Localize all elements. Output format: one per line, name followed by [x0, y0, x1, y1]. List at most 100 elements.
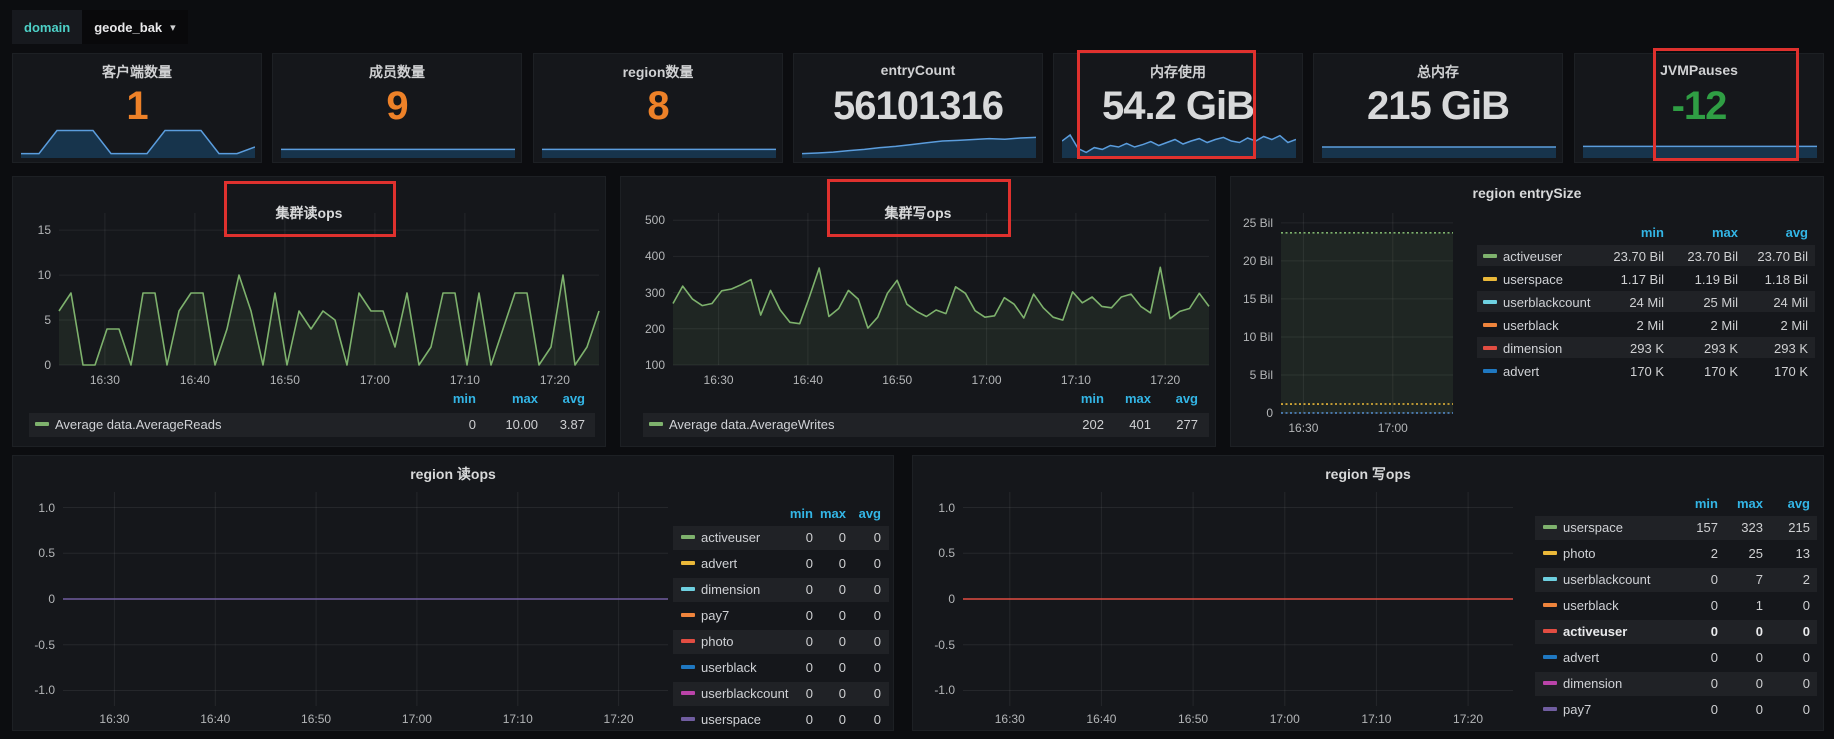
legend-series-Average data.AverageReads[interactable]: Average data.AverageReads: [55, 417, 221, 433]
legend-series-color-swatch[interactable]: [681, 613, 695, 617]
legend-series-color-swatch[interactable]: [681, 587, 695, 591]
stat-title: region数量: [534, 62, 782, 82]
x-axis-tick: 17:20: [1436, 712, 1500, 726]
chevron-down-icon: ▾: [170, 21, 176, 34]
y-axis-tick: 0.5: [11, 546, 55, 560]
x-axis-tick: 17:00: [343, 373, 407, 387]
legend-value: 1.18 Bil: [1738, 272, 1808, 288]
y-axis-tick: 15 Bil: [1229, 292, 1273, 306]
legend-series-color-swatch[interactable]: [1543, 577, 1557, 581]
legend-series-color-swatch[interactable]: [681, 717, 695, 721]
legend-value: 170 K: [1668, 364, 1738, 380]
legend-value: 293 K: [1738, 341, 1808, 357]
graph-plot-region-entrysize[interactable]: [1231, 177, 1825, 448]
legend-series-color-swatch[interactable]: [1543, 655, 1557, 659]
legend-series-color-swatch[interactable]: [1483, 300, 1497, 304]
legend-series-userblack[interactable]: userblack: [1563, 598, 1619, 614]
x-axis-tick: 16:40: [163, 373, 227, 387]
dashboard-submenu: domain geode_bak ▾: [12, 10, 188, 44]
legend-series-dimension[interactable]: dimension: [1563, 676, 1622, 692]
x-axis-tick: 17:00: [385, 712, 449, 726]
legend-series-userblack[interactable]: userblack: [1503, 318, 1559, 334]
legend-series-color-swatch[interactable]: [1543, 629, 1557, 633]
legend-value: 2 Mil: [1738, 318, 1808, 334]
legend-series-advert[interactable]: advert: [701, 556, 737, 572]
legend-series-activeuser[interactable]: activeuser: [1503, 249, 1562, 265]
legend-series-color-swatch[interactable]: [1543, 525, 1557, 529]
legend-series-color-swatch[interactable]: [1483, 323, 1497, 327]
legend-value: 0: [1740, 624, 1810, 640]
legend-series-color-swatch[interactable]: [681, 535, 695, 539]
legend-series-photo[interactable]: photo: [701, 634, 734, 650]
y-axis-tick: 300: [621, 286, 665, 300]
legend-series-color-swatch[interactable]: [1483, 254, 1497, 258]
legend-series-color-swatch[interactable]: [1483, 346, 1497, 350]
x-axis-tick: 17:00: [1361, 421, 1425, 435]
legend-value: 0: [811, 686, 881, 702]
graph-plot-cluster-read-ops[interactable]: [13, 177, 607, 448]
y-axis-tick: 0: [1229, 406, 1273, 420]
legend-series-color-swatch[interactable]: [1483, 369, 1497, 373]
stat-title: entryCount: [794, 62, 1042, 78]
legend-value: 293 K: [1594, 341, 1664, 357]
legend-series-userspace[interactable]: userspace: [1563, 520, 1623, 536]
legend-series-advert[interactable]: advert: [1563, 650, 1599, 666]
stat-sparkline: [1062, 122, 1296, 158]
legend-value: 277: [1128, 417, 1198, 433]
legend-series-color-swatch[interactable]: [1483, 277, 1497, 281]
stat-panel-region数量: region数量8: [533, 53, 783, 163]
panel-cluster-write-ops: 集群写ops10020030040050016:3016:4016:5017:0…: [620, 176, 1216, 447]
legend-value: 170 K: [1738, 364, 1808, 380]
y-axis-tick: 15: [7, 223, 51, 237]
y-axis-tick: 1.0: [11, 501, 55, 515]
legend-series-advert[interactable]: advert: [1503, 364, 1539, 380]
x-axis-tick: 17:10: [433, 373, 497, 387]
legend-series-color-swatch[interactable]: [1543, 707, 1557, 711]
legend-value: 0: [811, 582, 881, 598]
legend-value: 0: [811, 634, 881, 650]
legend-series-color-swatch[interactable]: [681, 691, 695, 695]
legend-value: 23.70 Bil: [1594, 249, 1664, 265]
legend-series-activeuser[interactable]: activeuser: [1563, 624, 1627, 640]
legend-series-color-swatch[interactable]: [681, 561, 695, 565]
legend-series-color-swatch[interactable]: [35, 422, 49, 426]
legend-series-color-swatch[interactable]: [649, 422, 663, 426]
x-axis-tick: 17:20: [523, 373, 587, 387]
legend-header-avg: avg: [1740, 496, 1810, 512]
legend-series-dimension[interactable]: dimension: [1503, 341, 1562, 357]
x-axis-tick: 16:40: [776, 373, 840, 387]
x-axis-tick: 16:30: [82, 712, 146, 726]
legend-value: 0: [811, 660, 881, 676]
legend-series-color-swatch[interactable]: [1543, 603, 1557, 607]
legend-series-color-swatch[interactable]: [1543, 551, 1557, 555]
variable-dropdown-geode-bak[interactable]: geode_bak ▾: [82, 10, 187, 44]
panel-cluster-read-ops: 集群读ops05101516:3016:4016:5017:0017:1017:…: [12, 176, 606, 447]
y-axis-tick: -0.5: [11, 638, 55, 652]
y-axis-tick: 0.5: [911, 546, 955, 560]
legend-value: 0: [1740, 676, 1810, 692]
stat-panel-成员数量: 成员数量9: [272, 53, 522, 163]
legend-series-pay7[interactable]: pay7: [701, 608, 729, 624]
x-axis-tick: 17:10: [1344, 712, 1408, 726]
legend-series-color-swatch[interactable]: [1543, 681, 1557, 685]
legend-series-userblackcount[interactable]: userblackcount: [1563, 572, 1650, 588]
stat-sparkline: [281, 122, 515, 158]
stat-sparkline: [542, 122, 776, 158]
stat-panel-总内存: 总内存215 GiB: [1313, 53, 1563, 163]
x-axis-tick: 16:50: [1161, 712, 1225, 726]
legend-series-color-swatch[interactable]: [681, 665, 695, 669]
legend-series-userspace[interactable]: userspace: [1503, 272, 1563, 288]
legend-series-pay7[interactable]: pay7: [1563, 702, 1591, 718]
legend-series-Average data.AverageWrites[interactable]: Average data.AverageWrites: [669, 417, 835, 433]
legend-value: 1.17 Bil: [1594, 272, 1664, 288]
legend-series-userblackcount[interactable]: userblackcount: [1503, 295, 1590, 311]
legend-series-photo[interactable]: photo: [1563, 546, 1596, 562]
y-axis-tick: 0: [7, 358, 51, 372]
graph-plot-cluster-write-ops[interactable]: [621, 177, 1217, 448]
legend-value: 0: [811, 608, 881, 624]
legend-value: 23.70 Bil: [1738, 249, 1808, 265]
y-axis-tick: 500: [621, 213, 665, 227]
x-axis-tick: 17:00: [1253, 712, 1317, 726]
legend-series-color-swatch[interactable]: [681, 639, 695, 643]
stat-sparkline: [1583, 122, 1817, 158]
